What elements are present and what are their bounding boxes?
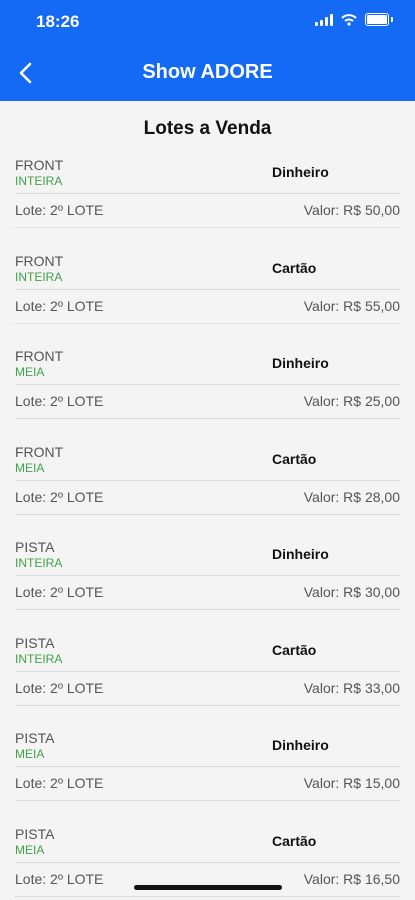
signal-icon (315, 13, 333, 26)
price-label: Valor: R$ 55,00 (303, 297, 400, 314)
lot-item-top: PISTA MEIA Dinheiro (15, 728, 400, 767)
lot-item[interactable]: FRONT MEIA Dinheiro Lote: 2º LOTE Valor:… (0, 342, 415, 438)
status-icons (315, 13, 393, 26)
payment-method: Cartão (272, 832, 317, 849)
lot-item[interactable]: PISTA MEIA Dinheiro Lote: 2º LOTE Valor:… (0, 724, 415, 820)
payment-method: Cartão (272, 450, 317, 467)
sector-label: FRONT (15, 443, 64, 460)
lot-item[interactable]: FRONT INTEIRA Cartão Lote: 2º LOTE Valor… (0, 247, 415, 343)
lot-item[interactable]: PISTA INTEIRA Cartão Lote: 2º LOTE Valor… (0, 629, 415, 725)
sector-label: PISTA (15, 539, 55, 555)
home-indicator[interactable] (134, 885, 282, 890)
ticket-type-label: INTEIRA (15, 174, 63, 188)
ticket-type-label: MEIA (15, 460, 45, 475)
payment-method: Dinheiro (272, 164, 329, 180)
section-title: Lotes a Venda (143, 118, 272, 139)
lot-item-top: FRONT MEIA Dinheiro (15, 346, 400, 385)
lot-list: FRONT INTEIRA Dinheiro Lote: 2º LOTE Val… (0, 151, 415, 900)
price-label: Valor: R$ 25,00 (303, 393, 400, 409)
app-header: 18:26 Show ADORE (0, 0, 415, 101)
ticket-type-label: MEIA (15, 365, 45, 379)
lote-label: Lote: 2º LOTE (15, 679, 104, 696)
lote-label: Lote: 2º LOTE (15, 202, 104, 218)
lot-item-bottom: Lote: 2º LOTE Valor: R$ 55,00 (15, 290, 400, 324)
price-label: Valor: R$ 15,00 (303, 775, 400, 791)
ticket-type-label: INTEIRA (15, 269, 63, 284)
battery-tip (391, 17, 393, 22)
lot-item-bottom: Lote: 2º LOTE Valor: R$ 50,00 (15, 194, 400, 228)
lot-item-top: PISTA MEIA Cartão (15, 824, 400, 863)
lot-item-top: PISTA INTEIRA Cartão (15, 633, 400, 672)
lot-item-bottom: Lote: 2º LOTE Valor: R$ 30,00 (15, 576, 400, 610)
payment-method: Dinheiro (272, 355, 329, 371)
ticket-type-label: INTEIRA (15, 556, 63, 570)
lot-item[interactable]: FRONT INTEIRA Dinheiro Lote: 2º LOTE Val… (0, 151, 415, 247)
price-label: Valor: R$ 16,50 (303, 870, 400, 887)
status-time: 18:26 (36, 12, 80, 31)
sector-label: FRONT (15, 348, 64, 364)
lote-label: Lote: 2º LOTE (15, 488, 104, 505)
price-label: Valor: R$ 50,00 (303, 202, 400, 218)
sector-label: PISTA (15, 825, 55, 842)
lote-label: Lote: 2º LOTE (15, 297, 104, 314)
lot-item-bottom: Lote: 2º LOTE Valor: R$ 33,00 (15, 672, 400, 706)
payment-method: Cartão (272, 641, 317, 658)
wifi-icon (341, 13, 357, 26)
battery-icon (365, 13, 389, 26)
lot-item-top: FRONT INTEIRA Cartão (15, 251, 400, 290)
content: Lotes a Venda FRONT INTEIRA Dinheiro Lot… (0, 101, 415, 900)
price-label: Valor: R$ 33,00 (303, 679, 400, 696)
lot-item-bottom: Lote: 2º LOTE Valor: R$ 28,00 (15, 481, 400, 515)
lot-item-top: FRONT INTEIRA Dinheiro (15, 155, 400, 194)
lot-item-bottom: Lote: 2º LOTE Valor: R$ 15,00 (15, 767, 400, 801)
lot-item-bottom: Lote: 2º LOTE Valor: R$ 16,50 (15, 863, 400, 897)
sector-label: PISTA (15, 730, 55, 746)
lot-item[interactable]: FRONT MEIA Cartão Lote: 2º LOTE Valor: R… (0, 438, 415, 534)
lot-item-bottom: Lote: 2º LOTE Valor: R$ 25,00 (15, 385, 400, 419)
sector-label: FRONT (15, 252, 64, 269)
lote-label: Lote: 2º LOTE (15, 393, 104, 409)
lot-item-top: PISTA INTEIRA Dinheiro (15, 537, 400, 576)
payment-method: Dinheiro (272, 546, 329, 562)
lote-label: Lote: 2º LOTE (15, 584, 104, 600)
ticket-type-label: MEIA (15, 842, 45, 857)
lote-label: Lote: 2º LOTE (15, 775, 104, 791)
sector-label: FRONT (15, 157, 64, 173)
page-title: Show ADORE (142, 61, 273, 83)
lote-label: Lote: 2º LOTE (15, 870, 104, 887)
payment-method: Dinheiro (272, 737, 329, 753)
sector-label: PISTA (15, 634, 55, 651)
payment-method: Cartão (272, 259, 317, 276)
ticket-type-label: MEIA (15, 747, 45, 761)
lot-item-top: FRONT MEIA Cartão (15, 442, 400, 481)
price-label: Valor: R$ 30,00 (303, 584, 400, 600)
ticket-type-label: INTEIRA (15, 651, 63, 666)
price-label: Valor: R$ 28,00 (303, 488, 400, 505)
lot-item[interactable]: PISTA INTEIRA Dinheiro Lote: 2º LOTE Val… (0, 533, 415, 629)
